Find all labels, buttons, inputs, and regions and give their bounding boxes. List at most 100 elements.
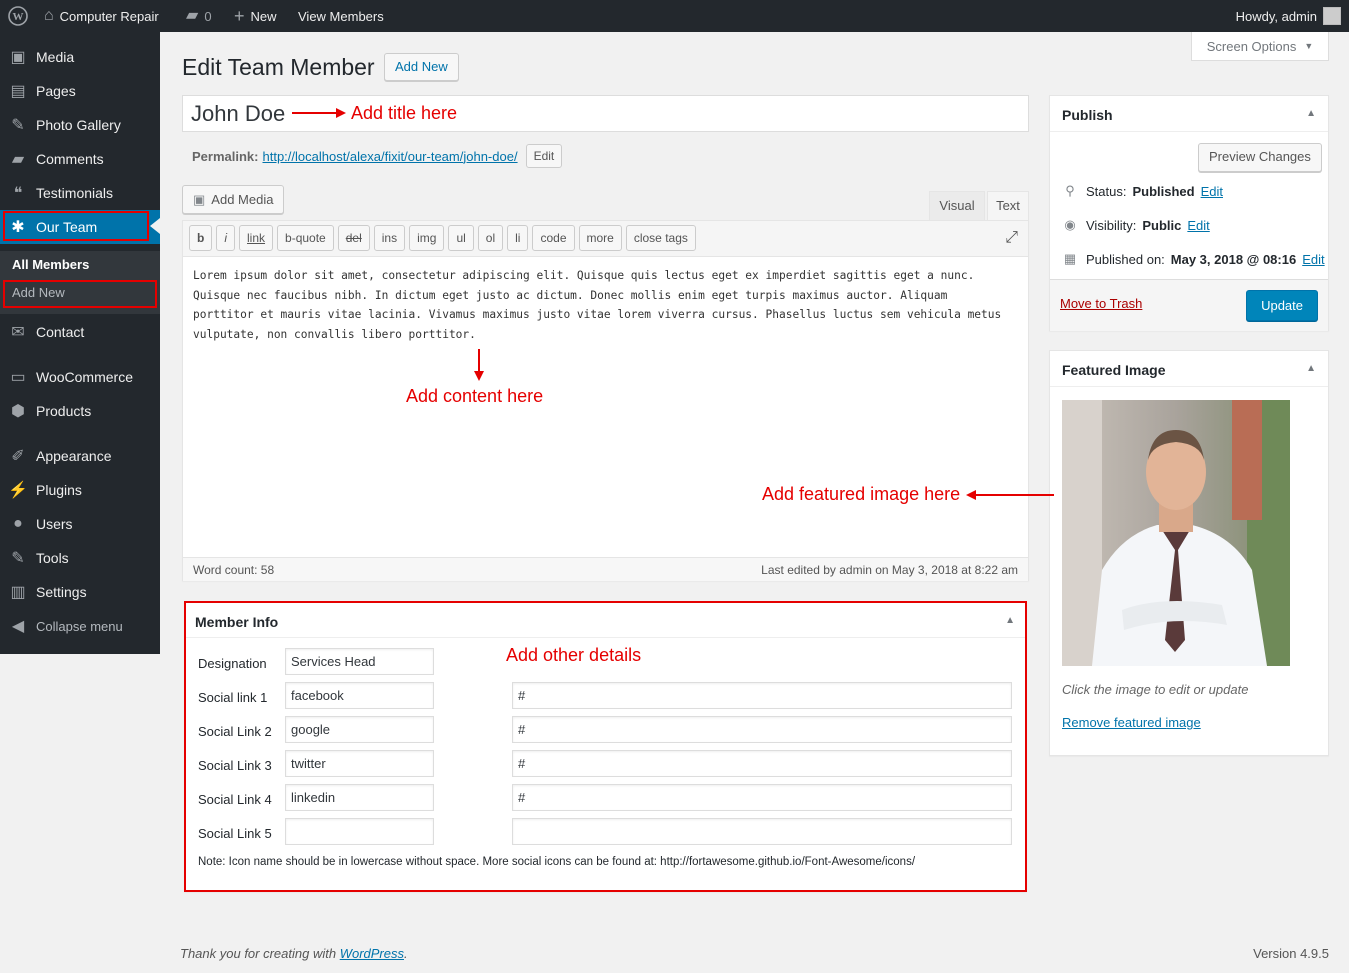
collapse-toggle-icon[interactable]: ▲ [1306,363,1316,374]
sidebar-item-label: Pages [36,83,76,99]
social-link-label: Social Link 2 [198,724,272,739]
social-icon-name-input[interactable]: linkedin [285,784,434,811]
quicktags-toolbar: b i link b-quote del ins img ul ol li code more clos… [183,221,1028,257]
wordpress-link[interactable]: WordPress [340,946,404,961]
annotation-details: Add other details [506,645,642,665]
site-name-link[interactable]: ⌂ Computer Repair [44,0,159,32]
content-textarea[interactable]: Lorem ipsum dolor sit amet, consectetur … [193,266,1013,344]
sidebar-item-media[interactable]: ▣ Media [0,40,160,74]
new-content-link[interactable]: + New [234,0,277,32]
sidebar-item-collapse-menu[interactable]: ◀ Collapse menu [0,609,160,643]
home-icon: ⌂ [44,7,54,24]
add-media-button[interactable]: ▣ Add Media [182,185,285,214]
remove-featured-image-link[interactable]: Remove featured image [1062,715,1201,730]
caret-down-icon: ▼ [1304,41,1314,51]
sidebar-item-label: Collapse menu [36,618,123,634]
sidebar-item-appearance[interactable]: ✐ Appearance [0,439,160,473]
sidebar-item-contact[interactable]: ✉ Contact [0,315,160,349]
quicktag-img-button[interactable]: img [409,225,445,251]
visibility-edit-link[interactable]: Edit [1187,218,1209,233]
quicktag-b-button[interactable]: b [189,225,213,251]
update-button[interactable]: Update [1246,290,1318,321]
social-icon-name-input[interactable]: twitter [285,750,434,777]
quicktag-code-button[interactable]: code [532,225,575,251]
quicktag-i-button[interactable]: i [216,225,236,251]
tab-visual[interactable]: Visual [929,191,985,220]
sidebar-item-label: Media [36,49,75,65]
social-url-input[interactable]: # [512,682,1012,709]
permalink-edit-button[interactable]: Edit [525,144,563,168]
plug-icon: ⚡ [8,482,28,499]
sidebar-item-label: Settings [36,584,87,600]
sidebar-item-label: Products [36,403,92,419]
quicktag-del-button[interactable]: del [337,225,370,251]
published-row: ▦ Published on: May 3, 2018 @ 08:16 Edit [1060,251,1325,267]
publish-header[interactable]: Publish ▲ [1050,96,1328,132]
quicktag-close-tags-button[interactable]: close tags [625,225,696,251]
collapse-toggle-icon[interactable]: ▲ [1306,108,1316,119]
quicktag-li-button[interactable]: li [507,225,529,251]
social-url-input[interactable] [512,818,1012,845]
featured-image-photo[interactable] [1062,400,1290,666]
collapse-toggle-icon[interactable]: ▲ [1005,615,1015,626]
calendar-icon: ▦ [1063,251,1077,266]
tab-text[interactable]: Text [987,191,1029,221]
sidebar-item-pages[interactable]: ▤ Pages [0,74,160,108]
comments-link[interactable]: ▰ 0 [186,0,212,32]
quicktag-b-quote-button[interactable]: b-quote [277,225,334,251]
social-icon-name-input[interactable]: facebook [285,682,434,709]
quicktag-ul-button[interactable]: ul [448,225,474,251]
sidebar-item-testimonials[interactable]: ❝ Testimonials [0,176,160,210]
sidebar-item-label: Tools [36,550,69,566]
designation-input[interactable]: Services Head [285,648,434,675]
arrow-title-annotation [292,108,346,118]
sidebar-item-comments[interactable]: ▰ Comments [0,142,160,176]
sidebar-item-woocommerce[interactable]: ▭ WooCommerce [0,360,160,394]
annotation-featured: Add featured image here [762,484,961,504]
woo-icon: ▭ [10,369,26,386]
footer-version: Version 4.9.5 [1253,946,1329,961]
sidebar-item-label: Testimonials [36,185,114,201]
sidebar-item-users[interactable]: ● Users [0,507,160,541]
quicktag-ins-button[interactable]: ins [373,225,406,251]
sidebar-item-label: Users [36,516,73,532]
sidebar-item-label: Comments [36,151,104,167]
move-to-trash-link[interactable]: Move to Trash [1060,296,1142,311]
preview-changes-button[interactable]: Preview Changes [1198,143,1322,172]
eye-icon: ◉ [1064,217,1076,232]
designation-label: Designation [198,656,267,671]
quicktag-more-button[interactable]: more [578,225,622,251]
submenu-all-members[interactable]: All Members [12,257,89,272]
editor-status-bar: Word count: 58 Last edited by admin on M… [183,557,1028,581]
sidebar-item-label: Photo Gallery [36,117,121,133]
my-account-link[interactable]: Howdy, admin [1236,0,1341,32]
fullscreen-icon[interactable]: ⤢ [1005,229,1018,247]
view-members-link[interactable]: View Members [298,0,384,32]
social-icon-name-input[interactable]: google [285,716,434,743]
add-new-button[interactable]: Add New [384,53,459,81]
quicktag-link-button[interactable]: link [239,225,274,251]
quicktag-ol-button[interactable]: ol [477,225,504,251]
sidebar-item-settings[interactable]: ▥ Settings [0,575,160,609]
social-url-input[interactable]: # [512,750,1012,777]
screen-options-button[interactable]: Screen Options ▼ [1191,32,1329,61]
social-icon-name-input[interactable] [285,818,434,845]
status-edit-link[interactable]: Edit [1201,184,1223,199]
date-edit-link[interactable]: Edit [1302,252,1324,267]
annotation-title: Add title here [351,103,458,123]
featured-image-header[interactable]: Featured Image ▲ [1050,351,1328,387]
user-icon: ● [13,515,23,532]
sidebar-item-tools[interactable]: ✎ Tools [0,541,160,575]
permalink-link[interactable]: http://localhost/alexa/fixit/our-team/jo… [262,149,517,164]
publish-box: Publish ▲ Preview Changes ⚲ Status: Publ… [1049,95,1329,331]
member-info-header[interactable]: Member Info ▲ [186,603,1025,638]
social-url-input[interactable]: # [512,784,1012,811]
status-row: ⚲ Status: Published Edit [1060,183,1223,199]
social-url-input[interactable]: # [512,716,1012,743]
sidebar-item-products[interactable]: ⬢ Products [0,394,160,428]
sidebar-item-plugins[interactable]: ⚡ Plugins [0,473,160,507]
sidebar-item-photo-gallery[interactable]: ✎ Photo Gallery [0,108,160,142]
arrow-featured-annotation [966,490,1054,500]
page-title: Edit Team Member [182,54,375,80]
wordpress-logo-icon[interactable]: W [8,0,28,32]
